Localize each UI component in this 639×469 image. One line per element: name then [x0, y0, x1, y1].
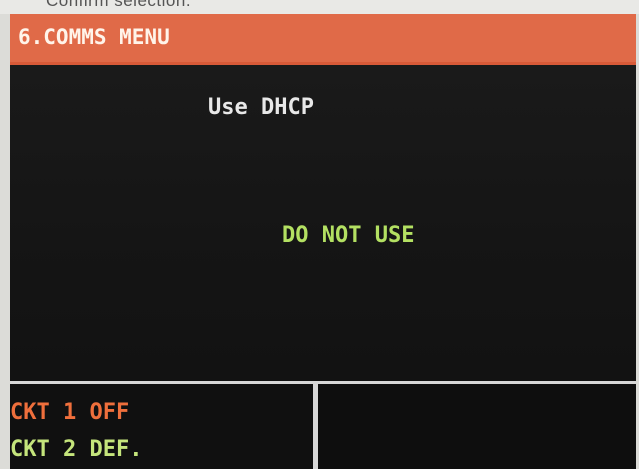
main-setting-area: Use DHCP DO NOT USE — [10, 65, 636, 381]
menu-title-bar: 6.COMMS MENU — [10, 14, 636, 65]
circuit-2-status: CKT 2 DEF. — [10, 437, 143, 462]
dhcp-setting-value[interactable]: DO NOT USE — [282, 223, 414, 248]
circuit-status-panel: CKT 1 OFF CKT 2 DEF. — [10, 384, 313, 469]
lcd-screen: 6.COMMS MENU Use DHCP DO NOT USE CKT 1 O… — [10, 14, 636, 469]
instruction-text: Confirm selection. — [46, 0, 192, 10]
circuit-1-status: CKT 1 OFF — [10, 400, 130, 425]
dhcp-setting-label: Use DHCP — [208, 95, 314, 120]
menu-title: 6.COMMS MENU — [18, 25, 170, 49]
secondary-panel — [318, 384, 636, 469]
top-instruction-strip: Confirm selection. — [0, 0, 639, 14]
